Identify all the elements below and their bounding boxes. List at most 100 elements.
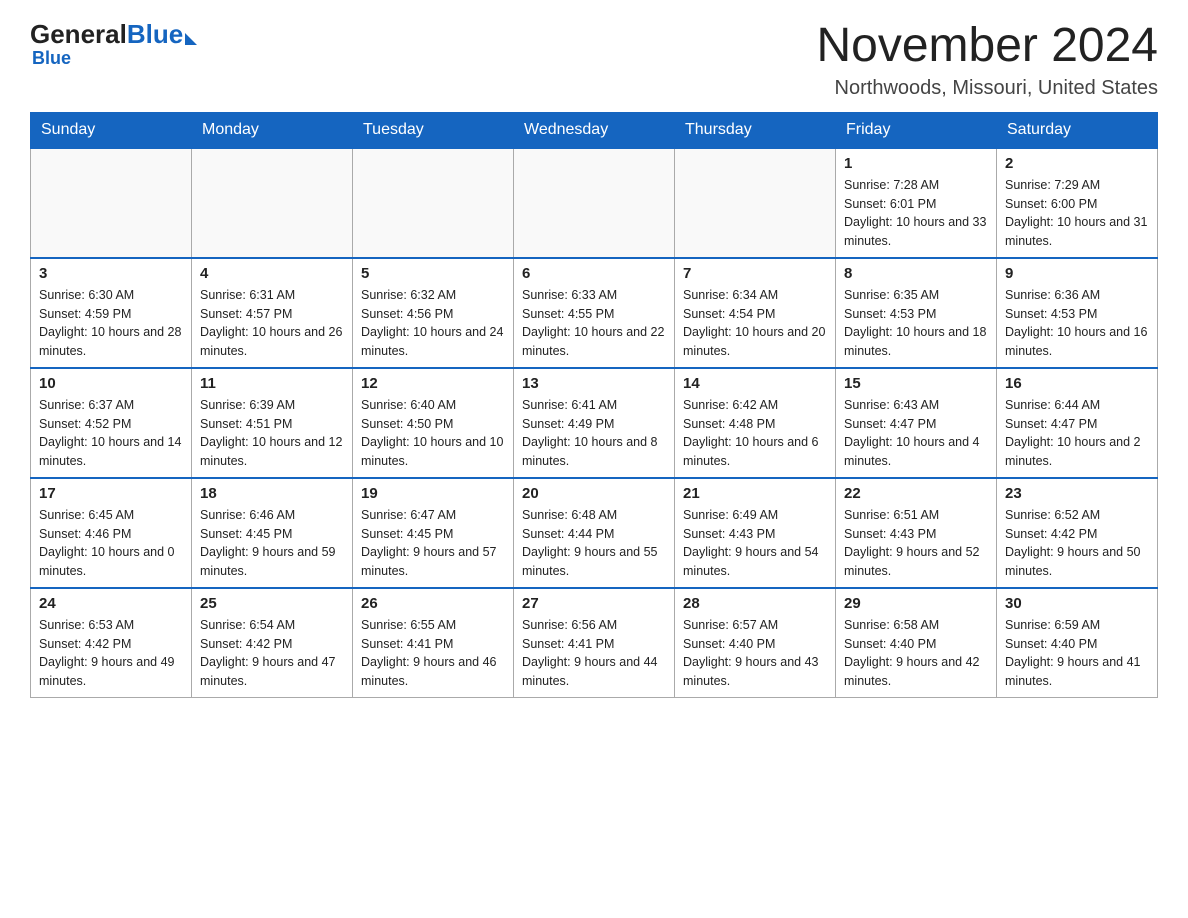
title-block: November 2024 Northwoods, Missouri, Unit… (816, 20, 1158, 100)
day-info: Sunrise: 6:46 AMSunset: 4:45 PMDaylight:… (200, 506, 344, 581)
calendar-cell: 2 Sunrise: 7:29 AMSunset: 6:00 PMDaylight… (997, 148, 1158, 258)
calendar-cell: 23 Sunrise: 6:52 AMSunset: 4:42 PMDayligh… (997, 478, 1158, 588)
day-number: 12 (361, 375, 505, 392)
day-info: Sunrise: 6:39 AMSunset: 4:51 PMDaylight:… (200, 396, 344, 471)
calendar-cell: 8 Sunrise: 6:35 AMSunset: 4:53 PMDaylight… (836, 258, 997, 368)
day-info: Sunrise: 6:44 AMSunset: 4:47 PMDaylight:… (1005, 396, 1149, 471)
day-number: 3 (39, 265, 183, 282)
logo-arrow-icon (185, 33, 197, 45)
day-number: 18 (200, 485, 344, 502)
logo-sub: Blue (32, 49, 71, 69)
day-info: Sunrise: 6:58 AMSunset: 4:40 PMDaylight:… (844, 616, 988, 691)
weekday-header-friday: Friday (836, 112, 997, 148)
day-info: Sunrise: 6:41 AMSunset: 4:49 PMDaylight:… (522, 396, 666, 471)
calendar-cell: 11Sunrise: 6:39 AMSunset: 4:51 PMDayligh… (192, 368, 353, 478)
calendar-cell: 3 Sunrise: 6:30 AMSunset: 4:59 PMDaylight… (31, 258, 192, 368)
day-number: 2 (1005, 155, 1149, 172)
day-info: Sunrise: 6:48 AMSunset: 4:44 PMDaylight:… (522, 506, 666, 581)
calendar-cell: 27 Sunrise: 6:56 AMSunset: 4:41 PMDayligh… (514, 588, 675, 698)
day-number: 4 (200, 265, 344, 282)
logo-blue-text: Blue (127, 20, 183, 49)
calendar-cell: 10Sunrise: 6:37 AMSunset: 4:52 PMDayligh… (31, 368, 192, 478)
day-info: Sunrise: 6:53 AMSunset: 4:42 PMDaylight:… (39, 616, 183, 691)
day-info: Sunrise: 6:49 AMSunset: 4:43 PMDaylight:… (683, 506, 827, 581)
calendar-cell: 1 Sunrise: 7:28 AMSunset: 6:01 PMDaylight… (836, 148, 997, 258)
calendar-cell: 22 Sunrise: 6:51 AMSunset: 4:43 PMDayligh… (836, 478, 997, 588)
calendar-cell: 21 Sunrise: 6:49 AMSunset: 4:43 PMDayligh… (675, 478, 836, 588)
day-info: Sunrise: 6:32 AMSunset: 4:56 PMDaylight:… (361, 286, 505, 361)
day-info: Sunrise: 6:57 AMSunset: 4:40 PMDaylight:… (683, 616, 827, 691)
day-info: Sunrise: 6:35 AMSunset: 4:53 PMDaylight:… (844, 286, 988, 361)
day-number: 9 (1005, 265, 1149, 282)
day-number: 22 (844, 485, 988, 502)
day-info: Sunrise: 6:56 AMSunset: 4:41 PMDaylight:… (522, 616, 666, 691)
day-info: Sunrise: 6:33 AMSunset: 4:55 PMDaylight:… (522, 286, 666, 361)
calendar-cell: 19Sunrise: 6:47 AMSunset: 4:45 PMDayligh… (353, 478, 514, 588)
calendar-cell: 16 Sunrise: 6:44 AMSunset: 4:47 PMDayligh… (997, 368, 1158, 478)
calendar-cell: 4 Sunrise: 6:31 AMSunset: 4:57 PMDaylight… (192, 258, 353, 368)
day-info: Sunrise: 6:59 AMSunset: 4:40 PMDaylight:… (1005, 616, 1149, 691)
calendar-cell: 6 Sunrise: 6:33 AMSunset: 4:55 PMDaylight… (514, 258, 675, 368)
day-info: Sunrise: 7:28 AMSunset: 6:01 PMDaylight:… (844, 176, 988, 251)
calendar-cell: 20 Sunrise: 6:48 AMSunset: 4:44 PMDayligh… (514, 478, 675, 588)
calendar-cell: 7Sunrise: 6:34 AMSunset: 4:54 PMDaylight… (675, 258, 836, 368)
day-info: Sunrise: 6:52 AMSunset: 4:42 PMDaylight:… (1005, 506, 1149, 581)
day-number: 26 (361, 595, 505, 612)
day-number: 14 (683, 375, 827, 392)
day-number: 20 (522, 485, 666, 502)
day-number: 29 (844, 595, 988, 612)
day-number: 23 (1005, 485, 1149, 502)
day-number: 17 (39, 485, 183, 502)
weekday-header-wednesday: Wednesday (514, 112, 675, 148)
calendar-cell (514, 148, 675, 258)
day-info: Sunrise: 6:43 AMSunset: 4:47 PMDaylight:… (844, 396, 988, 471)
week-row-2: 3 Sunrise: 6:30 AMSunset: 4:59 PMDaylight… (31, 258, 1158, 368)
location: Northwoods, Missouri, United States (816, 77, 1158, 100)
day-info: Sunrise: 6:31 AMSunset: 4:57 PMDaylight:… (200, 286, 344, 361)
calendar-cell: 18 Sunrise: 6:46 AMSunset: 4:45 PMDayligh… (192, 478, 353, 588)
logo-general: General (30, 20, 127, 49)
day-info: Sunrise: 6:51 AMSunset: 4:43 PMDaylight:… (844, 506, 988, 581)
week-row-5: 24 Sunrise: 6:53 AMSunset: 4:42 PMDayligh… (31, 588, 1158, 698)
day-number: 27 (522, 595, 666, 612)
day-number: 25 (200, 595, 344, 612)
weekday-header-thursday: Thursday (675, 112, 836, 148)
logo: General Blue Blue (30, 20, 197, 68)
calendar-cell: 14 Sunrise: 6:42 AMSunset: 4:48 PMDayligh… (675, 368, 836, 478)
calendar-cell: 15 Sunrise: 6:43 AMSunset: 4:47 PMDayligh… (836, 368, 997, 478)
calendar-cell: 26Sunrise: 6:55 AMSunset: 4:41 PMDayligh… (353, 588, 514, 698)
calendar-cell: 30 Sunrise: 6:59 AMSunset: 4:40 PMDayligh… (997, 588, 1158, 698)
weekday-header-monday: Monday (192, 112, 353, 148)
weekday-header-sunday: Sunday (31, 112, 192, 148)
week-row-1: 1 Sunrise: 7:28 AMSunset: 6:01 PMDaylight… (31, 148, 1158, 258)
calendar-cell: 13 Sunrise: 6:41 AMSunset: 4:49 PMDayligh… (514, 368, 675, 478)
day-info: Sunrise: 7:29 AMSunset: 6:00 PMDaylight:… (1005, 176, 1149, 251)
day-number: 10 (39, 375, 183, 392)
day-number: 28 (683, 595, 827, 612)
calendar-cell: 17Sunrise: 6:45 AMSunset: 4:46 PMDayligh… (31, 478, 192, 588)
week-row-3: 10Sunrise: 6:37 AMSunset: 4:52 PMDayligh… (31, 368, 1158, 478)
day-number: 16 (1005, 375, 1149, 392)
calendar-cell: 5Sunrise: 6:32 AMSunset: 4:56 PMDaylight… (353, 258, 514, 368)
day-number: 21 (683, 485, 827, 502)
weekday-header-row: SundayMondayTuesdayWednesdayThursdayFrid… (31, 112, 1158, 148)
day-number: 24 (39, 595, 183, 612)
calendar-table: SundayMondayTuesdayWednesdayThursdayFrid… (30, 112, 1158, 698)
day-number: 8 (844, 265, 988, 282)
calendar-cell: 25Sunrise: 6:54 AMSunset: 4:42 PMDayligh… (192, 588, 353, 698)
calendar-cell (192, 148, 353, 258)
day-number: 6 (522, 265, 666, 282)
month-title: November 2024 (816, 20, 1158, 73)
day-number: 1 (844, 155, 988, 172)
day-info: Sunrise: 6:42 AMSunset: 4:48 PMDaylight:… (683, 396, 827, 471)
day-info: Sunrise: 6:40 AMSunset: 4:50 PMDaylight:… (361, 396, 505, 471)
day-number: 15 (844, 375, 988, 392)
calendar-cell (31, 148, 192, 258)
calendar-cell: 24 Sunrise: 6:53 AMSunset: 4:42 PMDayligh… (31, 588, 192, 698)
day-info: Sunrise: 6:30 AMSunset: 4:59 PMDaylight:… (39, 286, 183, 361)
day-number: 13 (522, 375, 666, 392)
day-number: 30 (1005, 595, 1149, 612)
calendar-cell (675, 148, 836, 258)
calendar-cell: 12 Sunrise: 6:40 AMSunset: 4:50 PMDayligh… (353, 368, 514, 478)
day-info: Sunrise: 6:47 AMSunset: 4:45 PMDaylight:… (361, 506, 505, 581)
